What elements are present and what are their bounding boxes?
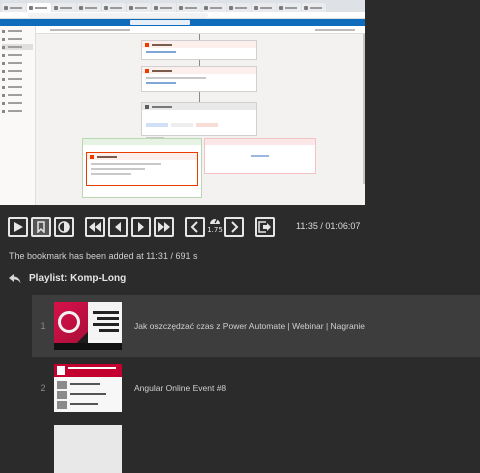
speed-up-button[interactable] bbox=[224, 217, 244, 237]
browser-tab bbox=[202, 3, 226, 12]
browser-tab bbox=[77, 3, 101, 12]
browser-tab bbox=[2, 3, 26, 12]
playlist-item-number: 1 bbox=[40, 321, 46, 331]
playlist-item[interactable] bbox=[32, 419, 480, 473]
flow-email-card bbox=[86, 152, 198, 186]
browser-tab bbox=[27, 3, 51, 12]
browser-tab bbox=[252, 3, 276, 12]
flow-step-card bbox=[141, 66, 257, 92]
timecode: 11:35 / 01:06:07 bbox=[296, 221, 361, 231]
video-scrollbar bbox=[363, 34, 365, 184]
rewind-icon bbox=[89, 222, 101, 232]
status-message: The bookmark has been added at 11:31 / 6… bbox=[9, 251, 198, 261]
playlist-item[interactable]: 2 Angular Online Event #8 bbox=[32, 357, 480, 419]
flow-canvas bbox=[36, 34, 363, 205]
browser-tab bbox=[277, 3, 301, 12]
flow-step-card bbox=[141, 40, 257, 60]
browser-tab bbox=[227, 3, 251, 12]
reply-arrow-icon[interactable] bbox=[9, 273, 21, 284]
step-forward-button[interactable] bbox=[131, 217, 151, 237]
browser-tab bbox=[302, 3, 326, 12]
play-icon bbox=[14, 222, 23, 232]
playlist-item-thumbnail bbox=[54, 364, 122, 412]
speed-down-button[interactable] bbox=[185, 217, 205, 237]
exit-icon bbox=[258, 221, 271, 233]
browser-tab bbox=[152, 3, 176, 12]
playlist-item-title: Jak oszczędzać czas z Power Automate | W… bbox=[134, 321, 366, 331]
video-frame[interactable] bbox=[0, 0, 365, 205]
exit-button[interactable] bbox=[255, 217, 275, 237]
contrast-button[interactable] bbox=[54, 217, 74, 237]
speedometer-icon bbox=[210, 218, 220, 224]
playlist-title: Playlist: Komp-Long bbox=[29, 273, 127, 284]
browser-tab bbox=[177, 3, 201, 12]
playlist: 1 Jak oszczędzać czas z Power Automate |… bbox=[32, 295, 480, 473]
browser-tab bbox=[127, 3, 151, 12]
browser-tab bbox=[102, 3, 126, 12]
contrast-icon bbox=[58, 221, 70, 233]
chevron-right-icon bbox=[231, 221, 239, 233]
step-forward-icon bbox=[138, 222, 144, 232]
playback-speed: 1.75 bbox=[207, 215, 223, 241]
fast-forward-button[interactable] bbox=[154, 217, 174, 237]
flow-branch-no bbox=[204, 138, 316, 174]
playlist-item-title: Angular Online Event #8 bbox=[134, 383, 227, 393]
fast-forward-icon bbox=[158, 222, 170, 232]
play-button[interactable] bbox=[8, 217, 28, 237]
app-command-bar bbox=[36, 26, 365, 34]
app-sidebar bbox=[0, 26, 36, 205]
browser-tab bbox=[52, 3, 76, 12]
playlist-header: Playlist: Komp-Long bbox=[9, 273, 126, 284]
playlist-item-thumbnail bbox=[54, 302, 122, 350]
playlist-item-number: 2 bbox=[40, 383, 46, 393]
playlist-item[interactable]: 1 Jak oszczędzać czas z Power Automate |… bbox=[32, 295, 480, 357]
bookmark-icon bbox=[37, 221, 45, 233]
flow-condition-card bbox=[141, 102, 257, 139]
chevron-left-icon bbox=[190, 221, 198, 233]
playlist-item-thumbnail bbox=[54, 425, 122, 473]
speed-value: 1.75 bbox=[207, 226, 223, 234]
app-header bbox=[0, 19, 365, 26]
player-controls: 1.75 11:35 / 01:06:07 bbox=[0, 210, 480, 246]
browser-tab-strip bbox=[0, 0, 365, 12]
browser-address-bar bbox=[0, 12, 365, 19]
rewind-button[interactable] bbox=[85, 217, 105, 237]
step-back-icon bbox=[115, 222, 121, 232]
step-back-button[interactable] bbox=[108, 217, 128, 237]
bookmark-button[interactable] bbox=[31, 217, 51, 237]
